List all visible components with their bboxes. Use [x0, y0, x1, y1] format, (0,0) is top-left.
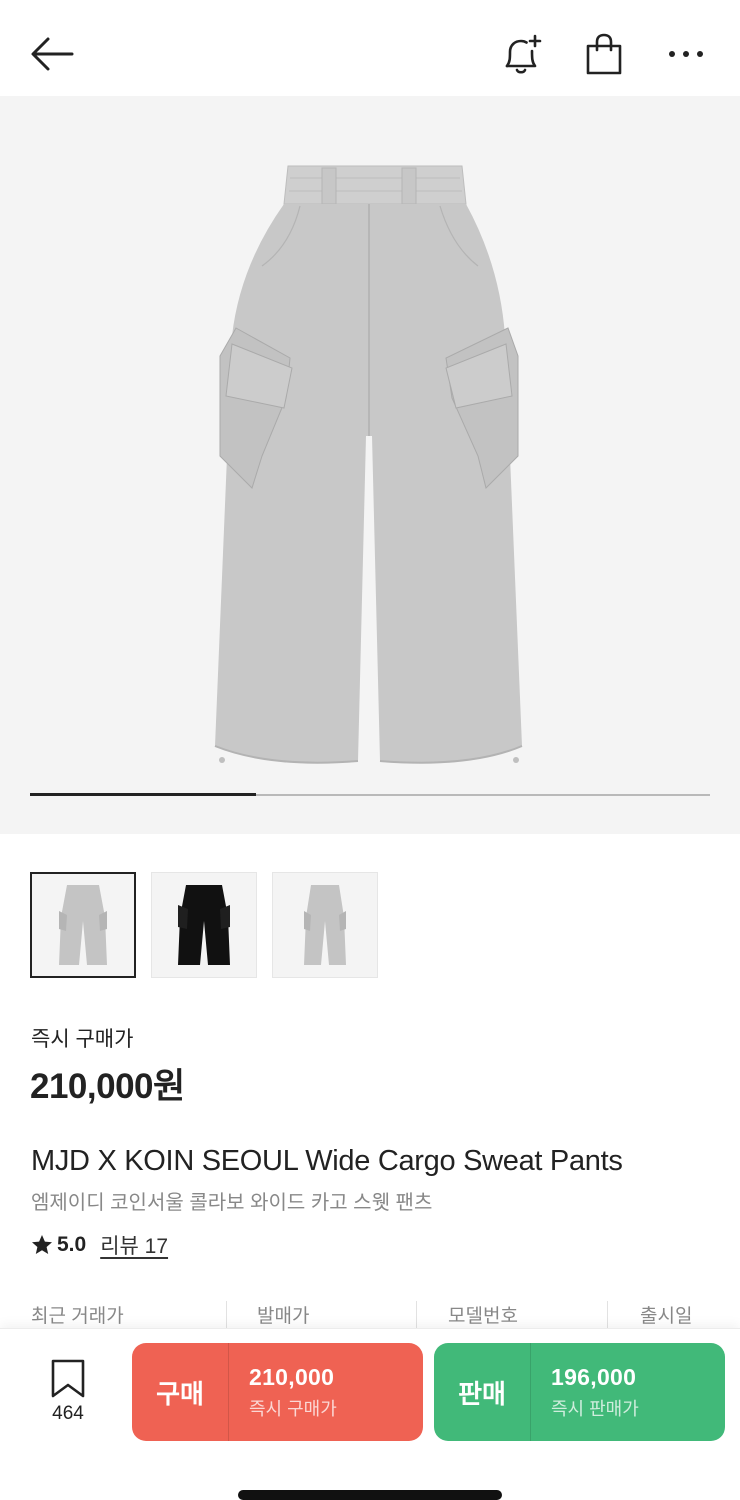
more-options-button[interactable]: [662, 30, 710, 78]
divider: [226, 1301, 227, 1329]
release-price-label: 발매가: [257, 1306, 310, 1327]
product-image-carousel[interactable]: [0, 96, 740, 834]
pants-thumbnail-image: [59, 885, 107, 965]
buy-button[interactable]: 구매 210,000 즉시 구매가: [132, 1343, 423, 1441]
bottom-action-bar: 464 구매 210,000 즉시 구매가 판매 196,000 즉시 판매가: [0, 1328, 740, 1500]
star-icon: [32, 1235, 52, 1254]
pants-thumbnail-image: [304, 885, 346, 965]
rating-row: 5.0 리뷰 17: [30, 1230, 168, 1260]
recent-price-label: 최근 거래가: [31, 1306, 124, 1327]
price-alert-button[interactable]: [497, 30, 545, 78]
model-number-label: 모델번호: [448, 1306, 518, 1327]
buy-price-caption: 즉시 구매가: [249, 1398, 337, 1419]
home-indicator[interactable]: [238, 1490, 502, 1500]
review-link[interactable]: 리뷰 17: [100, 1230, 168, 1260]
thumbnail-3[interactable]: [272, 872, 378, 978]
shopping-bag-button[interactable]: [580, 30, 628, 78]
gallery-progress-track: [30, 793, 710, 796]
buy-price: 210,000: [249, 1363, 335, 1390]
bell-plus-icon: [505, 34, 542, 74]
gallery-progress-fill: [30, 793, 257, 796]
wishlist-button[interactable]: 464: [40, 1359, 96, 1425]
rating-value: 5.0: [57, 1233, 87, 1256]
more-horizontal-icon: [669, 51, 703, 57]
sell-button[interactable]: 판매 196,000 즉시 판매가: [434, 1343, 725, 1441]
product-name-korean: 엠제이디 코인서울 콜라보 와이드 카고 스웻 팬츠: [31, 1192, 433, 1214]
thumbnail-strip: [30, 872, 378, 978]
release-date-label: 출시일: [640, 1306, 693, 1327]
thumbnail-1[interactable]: [30, 872, 136, 978]
top-nav-bar: [0, 0, 740, 96]
wishlist-count: 464: [52, 1403, 84, 1424]
thumbnail-2[interactable]: [151, 872, 257, 978]
arrow-left-icon: [31, 37, 74, 71]
bookmark-icon: [51, 1359, 85, 1398]
product-image: [214, 165, 523, 764]
sell-button-label: 판매: [458, 1378, 506, 1409]
back-button[interactable]: [28, 30, 76, 78]
sell-price: 196,000: [551, 1363, 637, 1390]
shopping-bag-icon: [586, 33, 622, 75]
product-name-english: MJD X KOIN SEOUL Wide Cargo Sweat Pants: [31, 1145, 623, 1177]
pants-thumbnail-image: [178, 885, 230, 965]
sell-price-caption: 즉시 판매가: [551, 1398, 639, 1419]
divider: [607, 1301, 608, 1329]
buy-button-label: 구매: [156, 1378, 204, 1409]
divider: [416, 1301, 417, 1329]
product-info-row: 최근 거래가 발매가 모델번호 출시일: [0, 1298, 740, 1329]
instant-buy-price-label: 즉시 구매가: [31, 1028, 134, 1051]
instant-buy-price: 210,000원: [30, 1067, 185, 1106]
